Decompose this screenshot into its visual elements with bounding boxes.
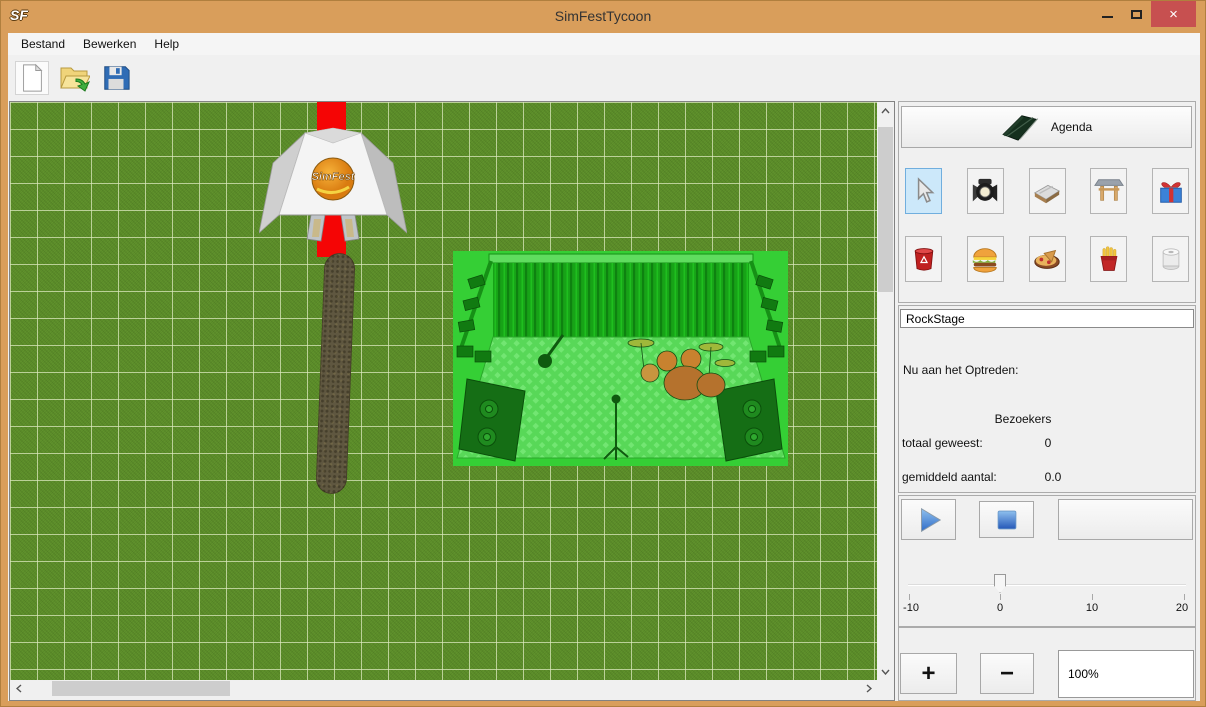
zoom-in-button[interactable]: + <box>900 653 957 694</box>
visitors-total-label: totaal geweest: <box>902 436 983 450</box>
horizontal-scrollbar[interactable] <box>10 680 877 697</box>
extra-button[interactable] <box>1058 499 1193 540</box>
rock-stage-selected[interactable] <box>453 251 788 466</box>
app-window: SF SimFestTycoon × Bestand Bewerken Help <box>0 0 1206 707</box>
visitors-total-value: 0 <box>1035 436 1061 450</box>
new-file-icon <box>17 63 47 93</box>
play-icon <box>914 505 944 535</box>
tool-gift[interactable] <box>1152 168 1189 214</box>
vertical-scrollbar[interactable] <box>877 102 894 680</box>
open-file-icon <box>58 62 90 94</box>
title-bar[interactable]: SF SimFestTycoon × <box>1 1 1205 33</box>
stage-info-section: Nu aan het Optreden: Bezoekers totaal ge… <box>898 305 1196 493</box>
stop-button[interactable] <box>979 501 1034 538</box>
trash-bin-icon <box>910 244 938 274</box>
scroll-left-button[interactable] <box>10 680 27 697</box>
play-button[interactable] <box>901 499 956 540</box>
chevron-left-icon <box>16 684 22 693</box>
select-cursor-icon <box>911 176 937 206</box>
chevron-down-icon <box>881 669 890 675</box>
slider-tick <box>909 594 910 600</box>
window-title: SimFestTycoon <box>1 8 1205 24</box>
tool-entrance-gate[interactable] <box>1090 168 1127 214</box>
side-panel: Agenda <box>898 101 1196 701</box>
save-file-button[interactable] <box>99 61 133 95</box>
zoom-section: + − <box>898 627 1196 701</box>
tent-logo-text: SimFest <box>312 171 356 183</box>
zoom-level-field[interactable] <box>1058 650 1194 698</box>
zoom-out-button[interactable]: − <box>980 653 1034 694</box>
vertical-scroll-thumb[interactable] <box>878 127 893 292</box>
tools-section: Agenda <box>898 101 1196 303</box>
scroll-right-button[interactable] <box>860 680 877 697</box>
slider-label-10: 10 <box>1086 602 1098 614</box>
stop-icon <box>994 507 1020 533</box>
now-performing-label: Nu aan het Optreden: <box>903 363 1018 377</box>
slider-label-min: -10 <box>903 602 919 614</box>
scroll-down-button[interactable] <box>877 663 894 680</box>
maximize-button[interactable] <box>1122 1 1151 27</box>
slider-tick <box>1000 594 1001 600</box>
toilet-paper-icon <box>1157 244 1185 274</box>
fries-icon <box>1095 243 1123 275</box>
menu-help[interactable]: Help <box>145 33 188 55</box>
grass-grid[interactable]: SimFest <box>10 102 877 680</box>
playback-section: -10 0 10 20 <box>898 495 1196 627</box>
tool-pizza[interactable] <box>1029 236 1066 282</box>
entrance-gate-icon <box>1094 176 1124 206</box>
tool-trash-bin[interactable] <box>905 236 942 282</box>
save-file-icon <box>101 63 131 93</box>
horizontal-scroll-thumb[interactable] <box>52 681 230 696</box>
hamburger-icon <box>970 244 1000 274</box>
stage-curtain <box>493 263 749 337</box>
client-area: Bestand Bewerken Help <box>8 33 1200 701</box>
stage-name-input[interactable] <box>900 309 1194 328</box>
scroll-up-button[interactable] <box>877 102 894 119</box>
slider-label-max: 20 <box>1176 602 1188 614</box>
tool-hamburger[interactable] <box>967 236 1004 282</box>
visitors-avg-label: gemiddeld aantal: <box>902 470 997 484</box>
minimize-button[interactable] <box>1093 1 1122 27</box>
visitors-avg-value: 0.0 <box>1035 470 1071 484</box>
agenda-book-icon <box>1001 112 1039 142</box>
entrance-tent[interactable]: SimFest <box>259 127 407 243</box>
tool-toilet-paper[interactable] <box>1152 236 1189 282</box>
tool-fries[interactable] <box>1090 236 1127 282</box>
tool-row-2 <box>905 236 1189 282</box>
chevron-up-icon <box>881 108 890 114</box>
slider-label-0: 0 <box>997 602 1003 614</box>
speed-slider-thumb[interactable] <box>994 574 1006 593</box>
pizza-icon <box>1032 244 1062 274</box>
maximize-icon <box>1131 10 1142 19</box>
tool-select-cursor[interactable] <box>905 168 942 214</box>
agenda-button[interactable]: Agenda <box>901 106 1192 148</box>
window-controls: × <box>1093 1 1196 27</box>
slider-tick <box>1092 594 1093 600</box>
visitors-header: Bezoekers <box>899 412 1147 426</box>
festival-map-canvas: SimFest <box>9 101 895 701</box>
tool-spotlight[interactable] <box>967 168 1004 214</box>
chevron-right-icon <box>866 684 872 693</box>
speaker-right <box>716 379 782 461</box>
close-button[interactable]: × <box>1151 1 1196 27</box>
spotlight-icon <box>970 175 1000 207</box>
menu-bestand[interactable]: Bestand <box>12 33 74 55</box>
slider-tick <box>1184 594 1185 600</box>
dirt-path[interactable] <box>315 252 355 494</box>
toolbar <box>8 55 1200 101</box>
open-file-button[interactable] <box>57 61 91 95</box>
tool-road[interactable] <box>1029 168 1066 214</box>
minimize-icon <box>1102 16 1113 18</box>
new-file-button[interactable] <box>15 61 49 95</box>
gift-icon <box>1156 175 1186 207</box>
speed-slider-track[interactable] <box>908 584 1186 586</box>
menu-bewerken[interactable]: Bewerken <box>74 33 145 55</box>
menu-bar: Bestand Bewerken Help <box>8 33 1200 55</box>
tool-row-1 <box>905 168 1189 214</box>
road-icon <box>1032 176 1062 206</box>
agenda-label: Agenda <box>1051 120 1092 134</box>
speaker-left <box>459 379 525 461</box>
